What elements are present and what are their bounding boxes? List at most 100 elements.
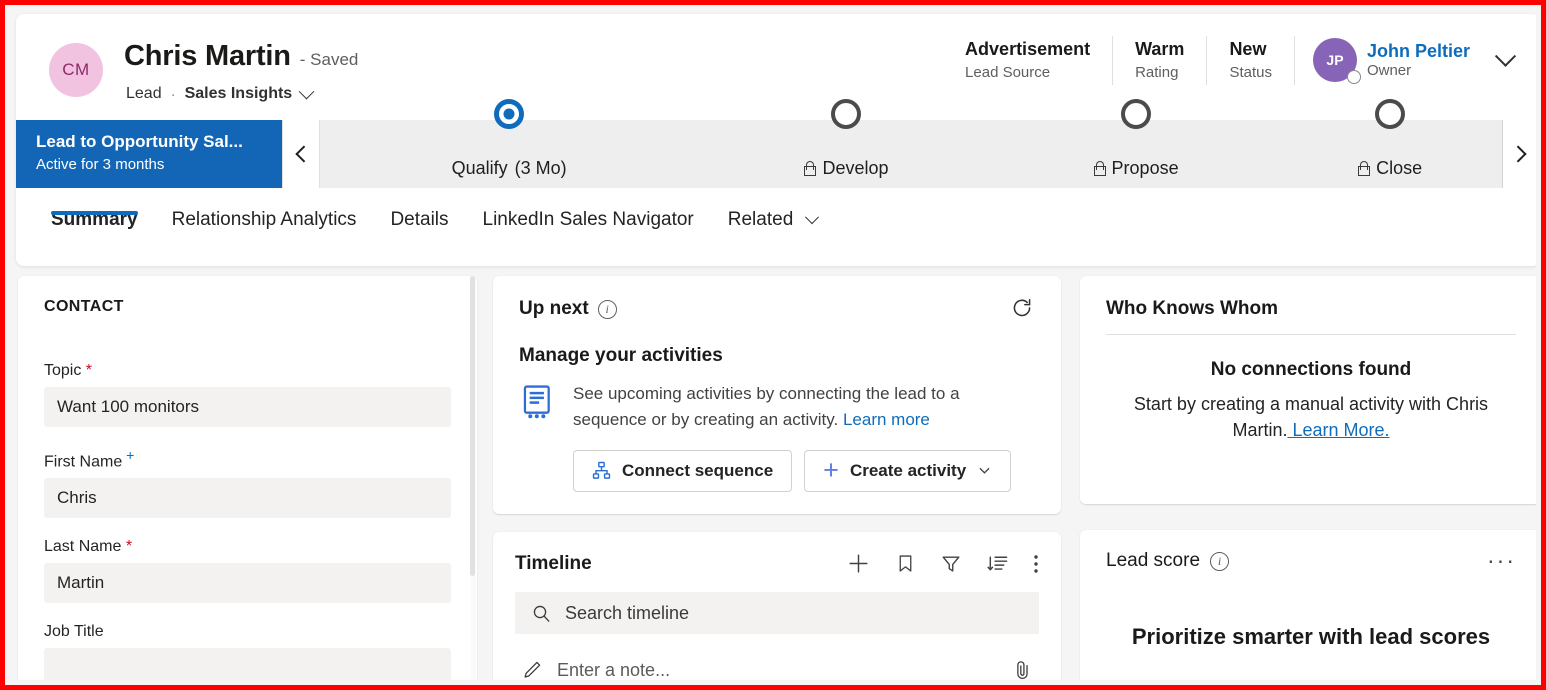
bpf-stage-close[interactable]: Close (1277, 120, 1502, 188)
business-process-flow: Lead to Opportunity Sal... Active for 3 … (16, 120, 1536, 188)
learn-more-link[interactable]: Learn more (843, 410, 930, 429)
stage-label: Close (1376, 158, 1422, 179)
stage-label-group: Develop (803, 158, 888, 179)
create-activity-button[interactable]: + Create activity (804, 450, 1011, 492)
lead-score-promo-text: Prioritize smarter with lead scores (1106, 624, 1516, 650)
plus-icon: + (823, 457, 839, 484)
form-body: CONTACT Topic * Want 100 monitors First … (10, 270, 1536, 680)
bpf-stage-propose[interactable]: Propose (994, 120, 1278, 188)
bpf-stage-develop[interactable]: Develop (698, 120, 994, 188)
info-icon[interactable]: i (1210, 552, 1229, 571)
bpf-name-button[interactable]: Lead to Opportunity Sal... Active for 3 … (16, 120, 282, 188)
paperclip-icon[interactable] (1011, 659, 1033, 680)
tab-details[interactable]: Details (373, 192, 465, 231)
tab-relationship-analytics[interactable]: Relationship Analytics (155, 192, 374, 231)
chevron-down-icon[interactable] (977, 463, 992, 478)
timeline-title: Timeline (515, 553, 592, 575)
field-last-name: Last Name * Martin (44, 538, 451, 603)
timeline-search-input[interactable]: Search timeline (515, 592, 1039, 634)
up-next-subtitle: Manage your activities (519, 345, 1035, 367)
lock-icon (803, 161, 815, 176)
app-root: CM Chris Martin - Saved Lead · Sales Ins… (10, 10, 1536, 680)
avatar: CM (49, 43, 103, 97)
form-selector-label[interactable]: Sales Insights (185, 85, 293, 103)
up-next-description: See upcoming activities by connecting th… (573, 381, 1035, 434)
tab-label: Related (728, 209, 794, 230)
page-title: Chris Martin (124, 40, 291, 73)
contact-scrollbar-thumb[interactable] (470, 276, 475, 576)
who-knows-whom-empty-title: No connections found (1106, 359, 1516, 381)
header-field-label: Status (1229, 62, 1272, 85)
lead-score-card: Lead score i ··· Prioritize smarter with… (1080, 530, 1536, 680)
field-label: Topic * (44, 362, 451, 380)
connect-sequence-button[interactable]: Connect sequence (573, 450, 792, 492)
job-title-input[interactable] (44, 648, 451, 680)
stage-duration: (3 Mo) (515, 158, 567, 179)
field-label-text: Job Title (44, 623, 104, 640)
field-label: Job Title (44, 623, 451, 641)
timeline-note-placeholder: Enter a note... (557, 660, 670, 681)
tab-label: LinkedIn Sales Navigator (483, 209, 694, 230)
stage-label-group: Qualify (3 Mo) (452, 158, 567, 179)
owner-text: John Peltier Owner (1367, 41, 1470, 79)
header-field-status[interactable]: New Status (1207, 36, 1295, 85)
header-field-value: Advertisement (965, 36, 1090, 62)
recommended-marker-icon: + (122, 447, 134, 463)
first-name-input[interactable]: Chris (44, 478, 451, 518)
header-field-rating[interactable]: Warm Rating (1113, 36, 1207, 85)
owner-name[interactable]: John Peltier (1367, 41, 1470, 62)
header-field-lead-source[interactable]: Advertisement Lead Source (943, 36, 1113, 85)
lead-score-title-group: Lead score i (1106, 550, 1229, 572)
tab-linkedin-sales-navigator[interactable]: LinkedIn Sales Navigator (466, 192, 711, 231)
timeline-header: Timeline (515, 551, 1039, 576)
lead-score-header: Lead score i ··· (1106, 550, 1516, 572)
field-label-text: Last Name (44, 538, 121, 555)
stage-indicator-icon (831, 99, 861, 129)
sort-icon[interactable] (986, 552, 1009, 575)
more-horizontal-icon[interactable]: ··· (1487, 554, 1516, 568)
tab-summary[interactable]: Summary (48, 192, 155, 231)
record-title-group: Chris Martin - Saved (124, 40, 358, 73)
chevron-down-icon (1494, 45, 1515, 66)
refresh-button[interactable] (1009, 296, 1035, 322)
tab-related[interactable]: Related (711, 192, 834, 231)
bpf-stage-qualify[interactable]: Qualify (3 Mo) (320, 120, 698, 188)
field-first-name: First Name + Chris (44, 447, 451, 518)
header-expand-button[interactable] (1492, 47, 1518, 73)
tab-label: Details (390, 209, 448, 230)
contact-section-card: CONTACT Topic * Want 100 monitors First … (18, 276, 477, 680)
header-field-label: Lead Source (965, 62, 1090, 85)
record-header-top: CM Chris Martin - Saved Lead · Sales Ins… (16, 14, 1536, 112)
header-field-owner[interactable]: JP John Peltier Owner (1295, 36, 1470, 85)
bpf-previous-button[interactable] (282, 120, 320, 188)
bpf-next-button[interactable] (1502, 120, 1536, 188)
info-icon[interactable]: i (598, 300, 617, 319)
field-label: Last Name * (44, 538, 451, 556)
avatar-initials: CM (62, 60, 89, 80)
header-field-value: Warm (1135, 36, 1184, 62)
last-name-input[interactable]: Martin (44, 563, 451, 603)
who-knows-whom-learn-more-link[interactable]: Learn More. (1287, 420, 1389, 440)
up-next-title-group: Up next i (519, 298, 617, 320)
timeline-note-input[interactable]: Enter a note... (515, 648, 1039, 680)
timeline-card: Timeline (493, 532, 1061, 680)
more-vertical-icon[interactable] (1033, 552, 1039, 576)
stage-label-group: Close (1357, 158, 1422, 179)
middle-column: Up next i Manage your activities (493, 276, 1061, 680)
divider (1106, 334, 1516, 335)
chevron-down-icon[interactable] (299, 83, 315, 99)
contact-scrollbar-track[interactable] (471, 276, 476, 680)
owner-avatar-initials: JP (1326, 52, 1343, 68)
stage-label: Qualify (452, 158, 508, 179)
who-knows-whom-card: Who Knows Whom No connections found Star… (1080, 276, 1536, 504)
bookmark-icon[interactable] (895, 553, 916, 574)
record-subtitle: Lead · Sales Insights (126, 85, 312, 103)
bpf-name: Lead to Opportunity Sal... (36, 131, 282, 154)
owner-label: Owner (1367, 62, 1470, 79)
stage-indicator-icon (1375, 99, 1405, 129)
topic-input[interactable]: Want 100 monitors (44, 387, 451, 427)
filter-icon[interactable] (940, 553, 962, 575)
plus-icon[interactable] (846, 551, 871, 576)
stage-indicator-active-icon (494, 99, 524, 129)
chevron-down-icon (804, 210, 818, 224)
